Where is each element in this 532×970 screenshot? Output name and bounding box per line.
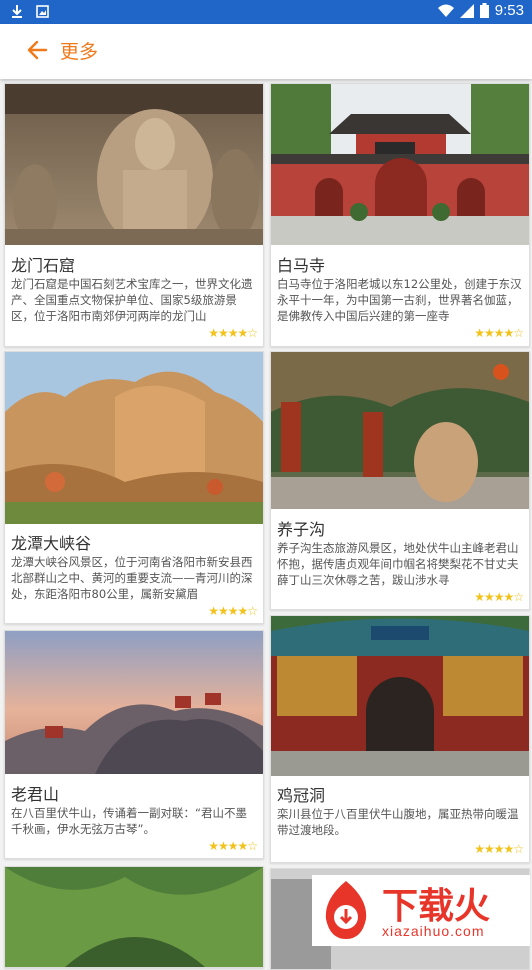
- battery-icon: [479, 3, 489, 18]
- scenic-photo: [5, 84, 263, 245]
- card-title: 养子沟: [277, 520, 326, 539]
- scenic-card-longmen[interactable]: 龙门石窟 龙门石窟是中国石刻艺术宝库之一，世界文化遗产、全国重点文物保护单位、国…: [4, 83, 264, 347]
- image-icon: [36, 4, 49, 18]
- watermark-logo-text: 下载火: [382, 886, 491, 927]
- app-bar: 更多: [0, 24, 532, 79]
- status-time: 9:53: [494, 2, 524, 19]
- rating-stars: ★★★★☆: [208, 839, 258, 853]
- scenic-card-partial-left[interactable]: [4, 866, 264, 968]
- scenic-card-jiguandong[interactable]: 鸡冠洞 栾川县位于八百里伏牛山腹地，属亚热带向暖温带过渡地段。 ★★★★☆: [270, 615, 530, 863]
- card-description: 白马寺位于洛阳老城以东12公里处，创建于东汉永平十一年，为中国第一古刹，世界著名…: [277, 277, 522, 323]
- scenic-card-laojunshan[interactable]: 老君山 在八百里伏牛山，传诵着一副对联：“君山不墨千秋画，伊水无弦万古琴”。 ★…: [4, 630, 264, 859]
- scenic-photo: [271, 84, 529, 245]
- card-title: 龙潭大峡谷: [11, 534, 92, 553]
- page-title: 更多: [60, 41, 99, 63]
- rating-stars: ★★★★☆: [208, 326, 258, 340]
- card-description: 养子沟生态旅游风景区，地处伏牛山主峰老君山怀抱，据传唐贞观年间巾帼名将樊梨花不甘…: [277, 541, 519, 587]
- scenic-photo: [271, 616, 529, 776]
- card-title: 白马寺: [277, 256, 326, 275]
- scenic-card-yangzigou[interactable]: 养子沟 养子沟生态旅游风景区，地处伏牛山主峰老君山怀抱，据传唐贞观年间巾帼名将樊…: [270, 351, 530, 610]
- watermark-url: xiazaihuo.com: [382, 923, 485, 939]
- watermark-logo-icon: [325, 881, 367, 939]
- status-bar: 9:53: [0, 0, 532, 24]
- back-arrow-icon[interactable]: [26, 39, 48, 61]
- scenic-photo: [271, 352, 529, 509]
- card-title: 老君山: [11, 785, 60, 804]
- scenic-card-baima[interactable]: 白马寺 白马寺位于洛阳老城以东12公里处，创建于东汉永平十一年，为中国第一古刹，…: [270, 83, 530, 347]
- card-description: 龙潭大峡谷风景区，位于河南省洛阳市新安县西北部群山之中、黄河的重要支流——青河川…: [11, 555, 253, 601]
- rating-stars: ★★★★☆: [474, 842, 524, 856]
- watermark: 下载火 xiazaihuo.com: [312, 875, 530, 946]
- card-title: 龙门石窟: [11, 256, 76, 275]
- download-icon: [12, 5, 22, 18]
- card-description: 龙门石窟是中国石刻艺术宝库之一，世界文化遗产、全国重点文物保护单位、国家5级旅游…: [11, 277, 253, 323]
- scenic-photo: [5, 352, 263, 524]
- wifi-icon: [437, 4, 454, 17]
- signal-icon: [459, 3, 474, 18]
- scenic-photo: [5, 867, 263, 967]
- rating-stars: ★★★★☆: [208, 604, 258, 618]
- scenic-photo: [5, 631, 263, 774]
- rating-stars: ★★★★☆: [474, 326, 524, 340]
- scenic-card-longtan[interactable]: 龙潭大峡谷 龙潭大峡谷风景区，位于河南省洛阳市新安县西北部群山之中、黄河的重要支…: [4, 351, 264, 624]
- rating-stars: ★★★★☆: [474, 590, 524, 604]
- card-title: 鸡冠洞: [277, 786, 326, 805]
